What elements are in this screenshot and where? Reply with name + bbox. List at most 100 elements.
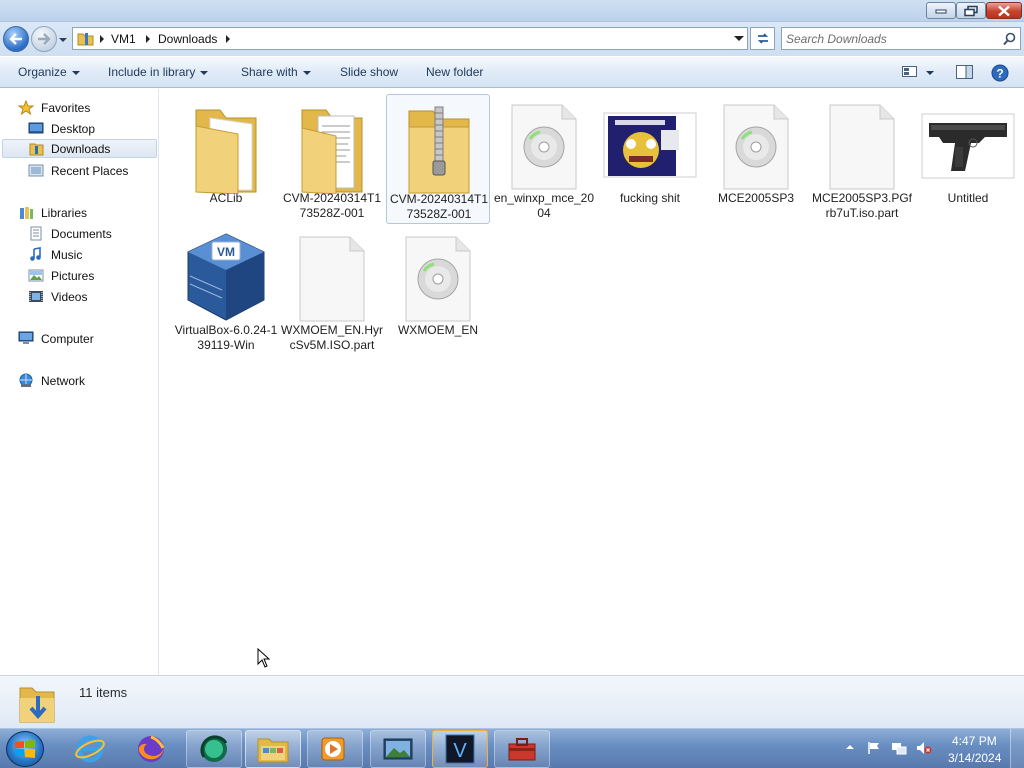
recent-places-icon: [28, 164, 44, 177]
navigation-pane: Favorites Desktop Downloads Recent Place…: [0, 89, 159, 675]
file-name: WXMOEM_EN.HyrcSv5M.ISO.part: [281, 323, 383, 352]
taskbar-image-viewer[interactable]: [370, 730, 426, 768]
image-viewer-icon: [383, 738, 413, 760]
file-name: CVM-20240314T173528Z-001: [282, 191, 382, 220]
svg-text:VM: VM: [217, 245, 235, 259]
view-options-chevron-icon[interactable]: [926, 71, 934, 75]
zip-folder-icon: [408, 106, 470, 194]
refresh-button[interactable]: [750, 27, 775, 50]
search-box[interactable]: [781, 27, 1021, 50]
nav-favorites[interactable]: Favorites: [18, 98, 174, 117]
breadcrumb-chevron-icon[interactable]: [99, 35, 105, 43]
file-name: Untitled: [947, 191, 989, 205]
file-item-untitled[interactable]: Untitled: [916, 94, 1020, 224]
change-view-icon[interactable]: [902, 66, 918, 78]
title-bar: [0, 0, 1024, 22]
file-item-aclib[interactable]: ACLib: [174, 94, 278, 224]
navigation-bar: VM1 Downloads: [0, 22, 1024, 56]
breadcrumb-downloads[interactable]: Downloads: [158, 32, 217, 46]
folder-location-icon: [77, 33, 94, 46]
disc-image-file-icon: [723, 104, 789, 190]
downloads-folder-icon: [19, 687, 55, 723]
file-list: ACLib CVM-20240314T173528Z-001 CVM-20240…: [160, 89, 1024, 675]
share-with-button[interactable]: Share with: [241, 65, 311, 79]
new-folder-button[interactable]: New folder: [426, 65, 483, 79]
volume-muted-icon[interactable]: [916, 741, 932, 755]
search-input[interactable]: [786, 31, 996, 47]
file-item-cvm-folder[interactable]: CVM-20240314T173528Z-001: [280, 94, 384, 224]
media-icon: [200, 735, 228, 762]
clock-time[interactable]: 4:47 PM: [952, 734, 997, 748]
nav-documents-label: Documents: [51, 227, 112, 241]
nav-libraries[interactable]: Libraries: [18, 203, 174, 222]
star-icon: [18, 100, 34, 115]
breadcrumb-chevron-icon[interactable]: [225, 35, 231, 43]
network-status-icon[interactable]: [891, 741, 907, 755]
preview-pane-icon[interactable]: [956, 65, 974, 80]
file-name: en_winxp_mce_2004: [493, 191, 595, 220]
minimize-button[interactable]: [926, 2, 956, 19]
forward-button[interactable]: [31, 26, 57, 52]
search-icon[interactable]: [1003, 32, 1016, 46]
slide-show-button[interactable]: Slide show: [340, 65, 398, 79]
taskbar-internet-explorer[interactable]: [62, 730, 118, 768]
svg-text:?: ?: [996, 67, 1003, 81]
nav-favorites-label: Favorites: [41, 101, 91, 115]
help-icon[interactable]: ?: [991, 64, 1009, 82]
file-name: MCE2005SP3.PGfrb7uT.iso.part: [811, 191, 913, 220]
close-button[interactable]: [986, 2, 1022, 19]
breadcrumb-vm1[interactable]: VM1: [111, 32, 136, 46]
breadcrumb-chevron-icon[interactable]: [145, 35, 151, 43]
blank-file-icon: [829, 104, 895, 190]
restore-button[interactable]: [956, 2, 986, 19]
include-in-library-button[interactable]: Include in library: [108, 65, 209, 79]
nav-downloads[interactable]: Downloads: [2, 139, 157, 158]
clock-date[interactable]: 3/14/2024: [948, 751, 1001, 765]
details-pane: 11 items: [0, 675, 1024, 728]
address-bar[interactable]: VM1 Downloads: [72, 27, 748, 50]
organize-label: Organize: [18, 65, 67, 79]
disc-image-file-icon: [405, 236, 471, 322]
nav-music-label: Music: [51, 248, 83, 262]
back-arrow-icon: [9, 33, 22, 45]
pistol-image-thumbnail-icon: [921, 113, 1015, 179]
taskbar-media-player[interactable]: [307, 730, 363, 768]
file-item-image-thumbnail[interactable]: fucking shit: [598, 94, 702, 224]
network-icon: [19, 373, 33, 387]
taskbar-v-app[interactable]: V: [432, 730, 488, 768]
include-in-library-label: Include in library: [108, 65, 196, 79]
back-button[interactable]: [3, 26, 29, 52]
restore-icon: [964, 5, 978, 16]
mouse-cursor-icon: [257, 648, 271, 668]
show-hidden-icons-chevron-icon[interactable]: [846, 744, 854, 750]
organize-button[interactable]: Organize: [18, 65, 80, 79]
nav-desktop-label: Desktop: [51, 122, 96, 136]
taskbar-windows-explorer[interactable]: [245, 730, 301, 768]
file-item-wxmoem-en-part[interactable]: WXMOEM_EN.HyrcSv5M.ISO.part: [280, 226, 384, 356]
file-item-mce2005sp3[interactable]: MCE2005SP3: [704, 94, 808, 224]
nav-computer[interactable]: Computer: [18, 329, 174, 348]
pictures-icon: [28, 269, 44, 282]
action-center-flag-icon[interactable]: [867, 741, 881, 755]
show-desktop-button[interactable]: [1010, 729, 1024, 768]
chevron-down-icon: [302, 70, 311, 75]
recent-pages-chevron-down-icon[interactable]: [58, 35, 68, 45]
taskbar-firefox[interactable]: [123, 730, 179, 768]
taskbar-toolbox-app[interactable]: [494, 730, 550, 768]
file-name: fucking shit: [619, 191, 681, 205]
start-button[interactable]: [6, 731, 44, 767]
file-item-mce2005sp3-part[interactable]: MCE2005SP3.PGfrb7uT.iso.part: [810, 94, 914, 224]
file-item-en-winxp-mce-2004[interactable]: en_winxp_mce_2004: [492, 94, 596, 224]
nav-videos-label: Videos: [51, 290, 88, 304]
command-bar: Organize Include in library Share with S…: [0, 56, 1024, 88]
media-player-icon: [321, 737, 345, 761]
file-item-wxmoem-en[interactable]: WXMOEM_EN: [386, 226, 490, 356]
address-history-dropdown-icon[interactable]: [730, 27, 747, 48]
file-item-virtualbox[interactable]: VM VirtualBox-6.0.24-139119-Win: [174, 226, 278, 356]
taskbar-media-app[interactable]: [186, 730, 242, 768]
nav-network[interactable]: Network: [18, 371, 174, 390]
folder-with-documents-icon: [301, 109, 363, 194]
file-item-cvm-zip[interactable]: CVM-20240314T173528Z-001: [386, 94, 490, 224]
windows-logo-icon: [15, 740, 35, 758]
refresh-icon: [757, 33, 769, 44]
